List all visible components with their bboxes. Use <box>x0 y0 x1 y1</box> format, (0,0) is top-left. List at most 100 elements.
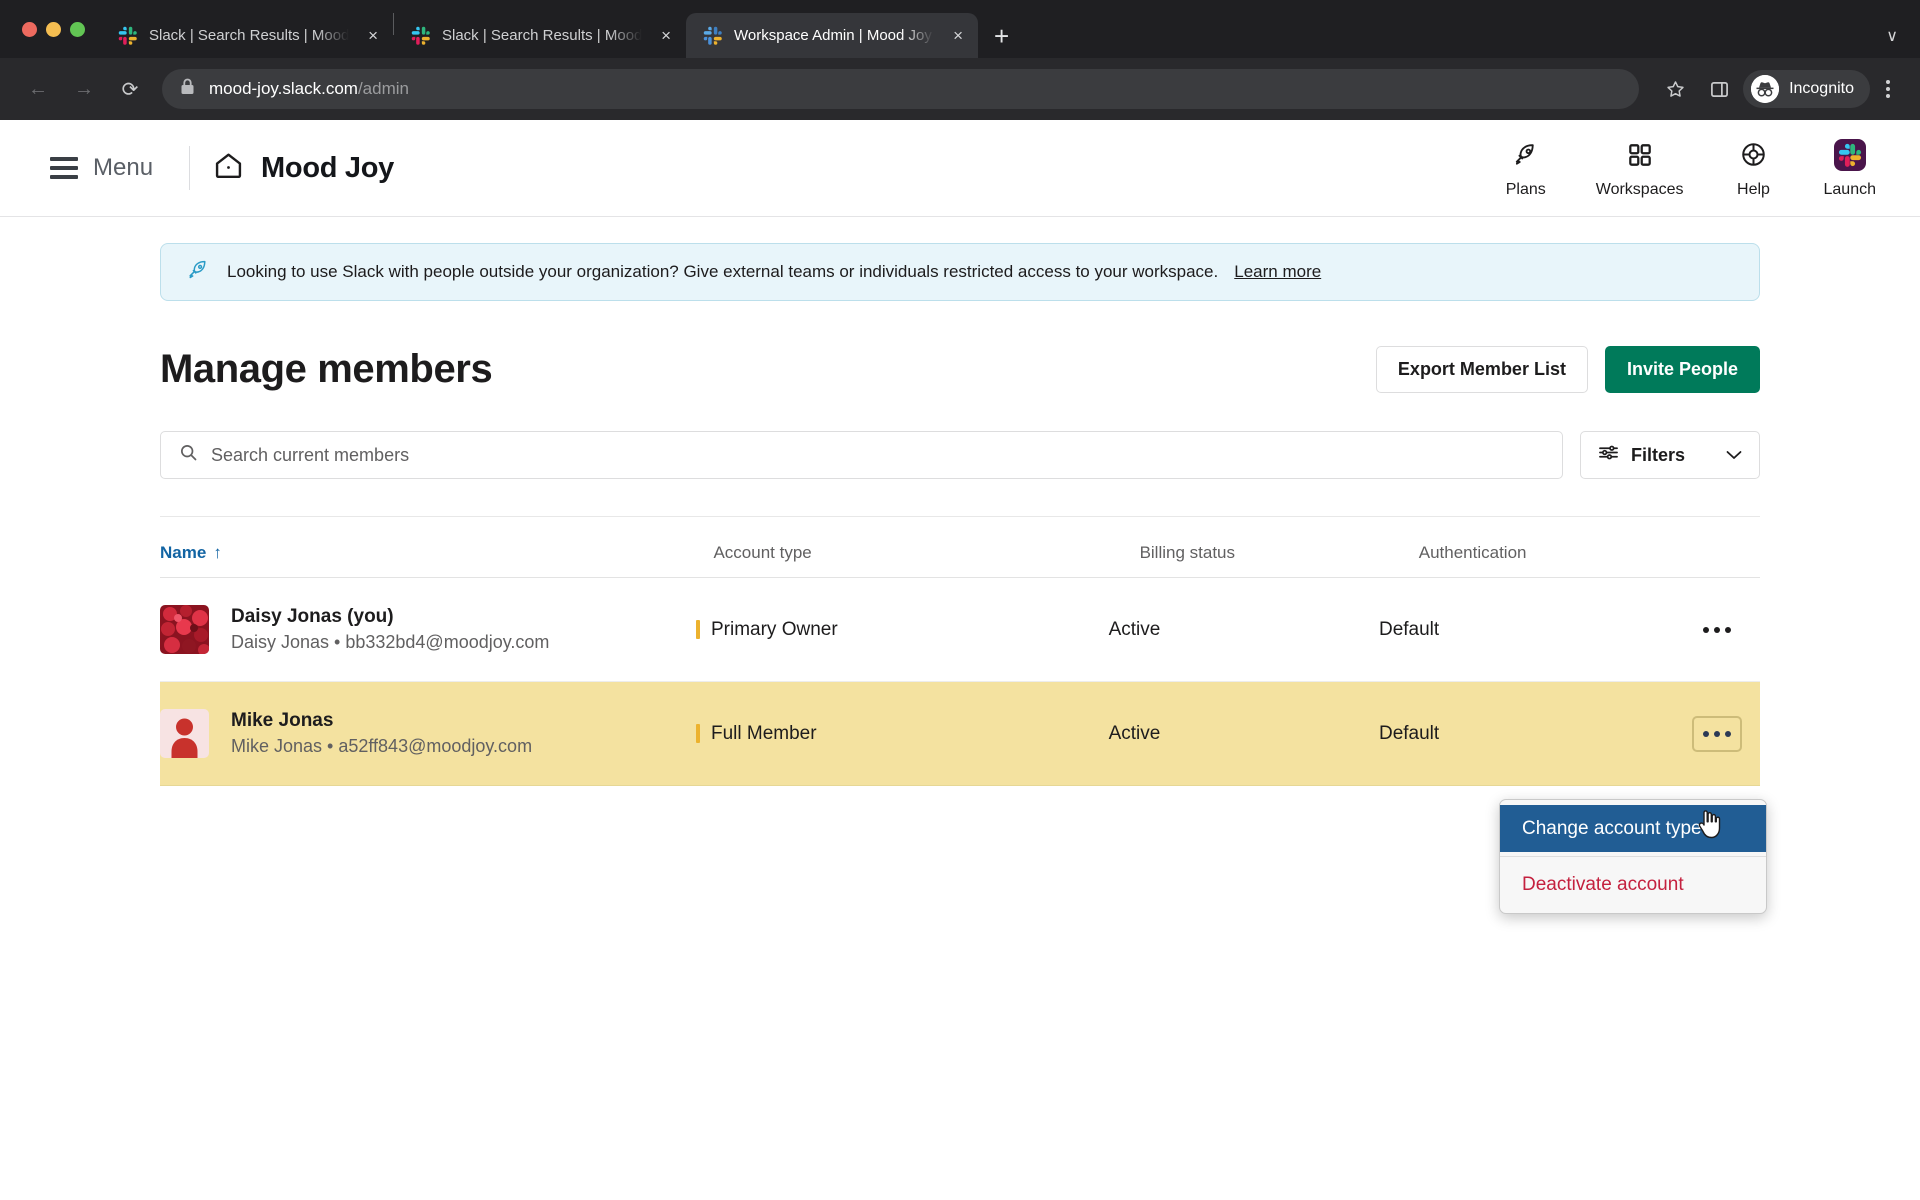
forward-button[interactable]: → <box>64 69 104 109</box>
table-row[interactable]: Mike Jonas Mike Jonas • a52ff843@moodjoy… <box>160 682 1760 786</box>
browser-tab-1[interactable]: Slack | Search Results | Mood × <box>101 13 393 58</box>
kebab-menu-icon[interactable] <box>1874 80 1902 98</box>
nav-item-plans[interactable]: Plans <box>1504 138 1548 199</box>
slack-icon <box>703 26 723 46</box>
browser-tab-2[interactable]: Slack | Search Results | Mood × <box>394 13 686 58</box>
slack-icon <box>118 26 138 46</box>
app-header-nav: Plans Workspaces Help Launch <box>1504 138 1888 199</box>
incognito-profile-button[interactable]: Incognito <box>1743 70 1870 108</box>
account-type-cell: Full Member <box>695 722 1109 745</box>
billing-status-cell: Active <box>1108 722 1161 744</box>
nav-item-workspaces[interactable]: Workspaces <box>1596 138 1684 199</box>
column-header-billing-status[interactable]: Billing status <box>1140 543 1419 563</box>
member-subtitle: Daisy Jonas • bb332bd4@moodjoy.com <box>231 632 550 653</box>
avatar <box>160 708 209 758</box>
toolbar-right-actions: Incognito <box>1655 69 1902 109</box>
tab-title: Workspace Admin | Mood Joy S <box>734 27 939 44</box>
row-overflow-menu-button[interactable] <box>1692 716 1742 752</box>
nav-item-launch[interactable]: Launch <box>1823 138 1877 199</box>
profile-label: Incognito <box>1789 80 1854 97</box>
chevron-down-icon <box>1726 447 1742 463</box>
banner-text: Looking to use Slack with people outside… <box>227 262 1219 281</box>
menu-label: Menu <box>93 154 154 181</box>
billing-status-cell: Active <box>1108 618 1161 640</box>
minimize-window-button[interactable] <box>46 21 61 37</box>
member-cell: Mike Jonas Mike Jonas • a52ff843@moodjoy… <box>160 708 696 760</box>
search-placeholder: Search current members <box>211 444 410 465</box>
nav-item-label: Plans <box>1505 180 1546 198</box>
column-header-label: Name <box>160 543 207 562</box>
slack-launch-icon <box>1833 138 1866 172</box>
hamburger-icon <box>50 157 78 179</box>
menu-item-change-account-type[interactable]: Change account type <box>1500 805 1766 852</box>
nav-item-label: Workspaces <box>1595 180 1684 198</box>
row-context-menu: Change account type Deactivate account <box>1499 799 1767 914</box>
close-tab-button[interactable]: × <box>657 23 675 48</box>
close-tab-button[interactable]: × <box>364 23 382 48</box>
search-members-field[interactable]: Search current members <box>160 431 1563 479</box>
account-type-indicator <box>695 620 700 639</box>
chevron-down-icon[interactable]: ∨ <box>1886 26 1898 46</box>
column-header-authentication[interactable]: Authentication <box>1419 543 1742 563</box>
column-header-name[interactable]: Name ↑ <box>160 543 713 563</box>
external-access-banner: Looking to use Slack with people outside… <box>160 243 1760 301</box>
row-actions-cell <box>1692 612 1760 648</box>
header-divider <box>189 146 191 190</box>
column-header-account-type[interactable]: Account type <box>713 543 1139 563</box>
maximize-window-button[interactable] <box>70 21 85 37</box>
url-text: mood-joy.slack.com/admin <box>209 79 409 99</box>
close-window-button[interactable] <box>22 21 37 37</box>
row-overflow-menu-button[interactable] <box>1692 612 1742 648</box>
app-header: Menu Mood Joy Plans Workspaces Help Laun… <box>0 120 1920 217</box>
table-header-row: Name ↑ Account type Billing status Authe… <box>160 517 1760 577</box>
new-tab-button[interactable]: + <box>978 23 1025 49</box>
account-type-value: Full Member <box>710 722 817 744</box>
window-controls <box>14 0 101 58</box>
page-actions: Export Member List Invite People <box>1375 346 1760 393</box>
slack-icon <box>411 26 431 46</box>
workspace-brand[interactable]: Mood Joy <box>212 149 394 187</box>
rocket-icon <box>1512 138 1540 172</box>
member-subtitle: Mike Jonas • a52ff843@moodjoy.com <box>231 736 533 757</box>
star-icon[interactable] <box>1655 69 1695 109</box>
browser-window: Slack | Search Results | Mood × Slack | … <box>0 0 1920 1200</box>
back-button[interactable]: ← <box>18 69 58 109</box>
workspace-name: Mood Joy <box>261 151 394 184</box>
learn-more-link[interactable]: Learn more <box>1234 262 1321 282</box>
account-type-cell: Primary Owner <box>695 619 1109 641</box>
nav-item-label: Launch <box>1823 180 1877 198</box>
browser-tab-3-active[interactable]: Workspace Admin | Mood Joy S × <box>686 13 978 58</box>
banner-container: Looking to use Slack with people outside… <box>0 217 1920 301</box>
authentication-cell: Default <box>1378 618 1440 640</box>
menu-button[interactable]: Menu <box>40 146 163 190</box>
rocket-icon <box>187 258 211 287</box>
grid-squares-icon <box>1626 138 1654 172</box>
invite-people-button[interactable]: Invite People <box>1604 346 1760 393</box>
filters-button[interactable]: Filters <box>1580 431 1760 479</box>
menu-item-deactivate-account[interactable]: Deactivate account <box>1500 861 1766 908</box>
home-icon <box>212 149 245 187</box>
reload-button[interactable]: ⟳ <box>110 69 150 109</box>
nav-item-label: Help <box>1737 180 1770 198</box>
lock-icon <box>180 78 195 100</box>
authentication-cell: Default <box>1378 722 1440 744</box>
browser-toolbar: ← → ⟳ mood-joy.slack.com/admin Incognito <box>0 58 1920 120</box>
side-panel-icon[interactable] <box>1699 69 1739 109</box>
address-bar[interactable]: mood-joy.slack.com/admin <box>162 69 1640 109</box>
incognito-icon <box>1751 75 1780 103</box>
page-content: Menu Mood Joy Plans Workspaces Help Laun… <box>0 120 1920 1200</box>
nav-item-help[interactable]: Help <box>1732 138 1776 199</box>
title-row: Manage members Export Member List Invite… <box>160 301 1760 393</box>
close-tab-button[interactable]: × <box>949 23 967 48</box>
export-member-list-button[interactable]: Export Member List <box>1375 346 1588 393</box>
table-row[interactable]: Daisy Jonas (you) Daisy Jonas • bb332bd4… <box>160 578 1760 682</box>
member-name: Mike Jonas <box>231 709 334 731</box>
search-row: Search current members Filters <box>160 431 1760 479</box>
sliders-icon <box>1598 443 1619 467</box>
member-name: Daisy Jonas (you) <box>231 605 394 627</box>
search-icon <box>179 443 198 467</box>
row-actions-cell <box>1692 716 1760 752</box>
menu-separator <box>1500 856 1766 857</box>
mouse-cursor-pointer <box>1697 810 1721 845</box>
filters-label: Filters <box>1631 444 1686 465</box>
